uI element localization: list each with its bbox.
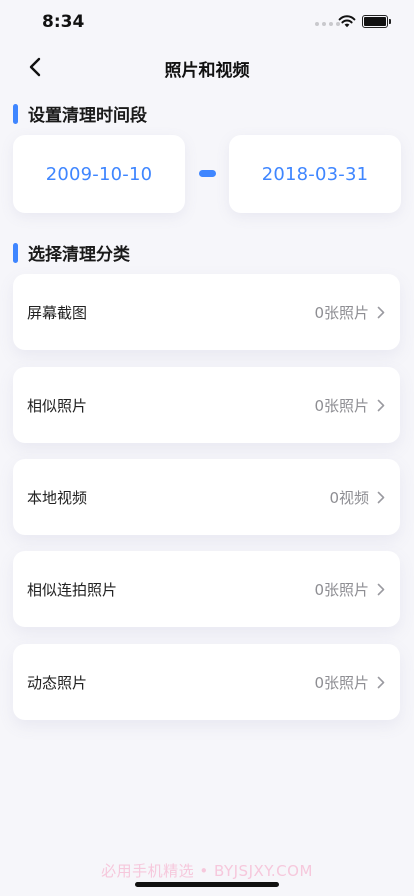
time-range-section-header: 设置清理时间段 — [13, 101, 147, 126]
category-name: 屏幕截图 — [27, 303, 88, 322]
category-item-live-photos[interactable]: 动态照片 0张照片 — [13, 644, 400, 720]
category-name: 相似连拍照片 — [27, 580, 118, 599]
time-range-section-title: 设置清理时间段 — [28, 106, 147, 126]
cellular-signal-icon — [315, 22, 340, 26]
chevron-right-icon — [377, 306, 385, 318]
start-date-value: 2009-10-10 — [45, 163, 153, 185]
category-count: 0张照片 — [314, 396, 369, 415]
watermark: 必用手机精选 • BYJSJXY.COM — [101, 862, 313, 880]
category-count: 0视频 — [329, 488, 369, 507]
category-item-similar-burst-photos[interactable]: 相似连拍照片 0张照片 — [13, 551, 400, 627]
category-item-screenshots[interactable]: 屏幕截图 0张照片 — [13, 274, 400, 350]
chevron-right-icon — [377, 676, 385, 688]
status-bar: 8:34 — [0, 0, 414, 44]
category-count: 0张照片 — [314, 303, 369, 322]
end-date-picker[interactable]: 2018-03-31 — [229, 135, 401, 213]
category-name: 相似照片 — [27, 396, 88, 415]
chevron-right-icon — [377, 399, 385, 411]
category-name: 动态照片 — [27, 673, 88, 692]
category-name: 本地视频 — [27, 488, 88, 507]
battery-icon — [362, 15, 391, 28]
section-accent-bar — [13, 103, 18, 124]
category-count: 0张照片 — [314, 580, 369, 599]
wifi-icon — [338, 15, 356, 28]
end-date-value: 2018-03-31 — [261, 163, 369, 185]
category-count: 0张照片 — [314, 673, 369, 692]
category-section-title: 选择清理分类 — [28, 245, 130, 265]
category-section-header: 选择清理分类 — [13, 240, 130, 265]
category-item-similar-photos[interactable]: 相似照片 0张照片 — [13, 367, 400, 443]
section-accent-bar — [13, 242, 18, 263]
chevron-right-icon — [377, 583, 385, 595]
home-indicator — [135, 882, 279, 887]
chevron-right-icon — [377, 491, 385, 503]
start-date-picker[interactable]: 2009-10-10 — [13, 135, 185, 213]
status-time: 8:34 — [42, 12, 85, 32]
date-range-separator — [199, 170, 216, 177]
category-item-local-videos[interactable]: 本地视频 0视频 — [13, 459, 400, 535]
page-title: 照片和视频 — [164, 61, 250, 81]
navigation-bar: 照片和视频 — [0, 44, 414, 88]
